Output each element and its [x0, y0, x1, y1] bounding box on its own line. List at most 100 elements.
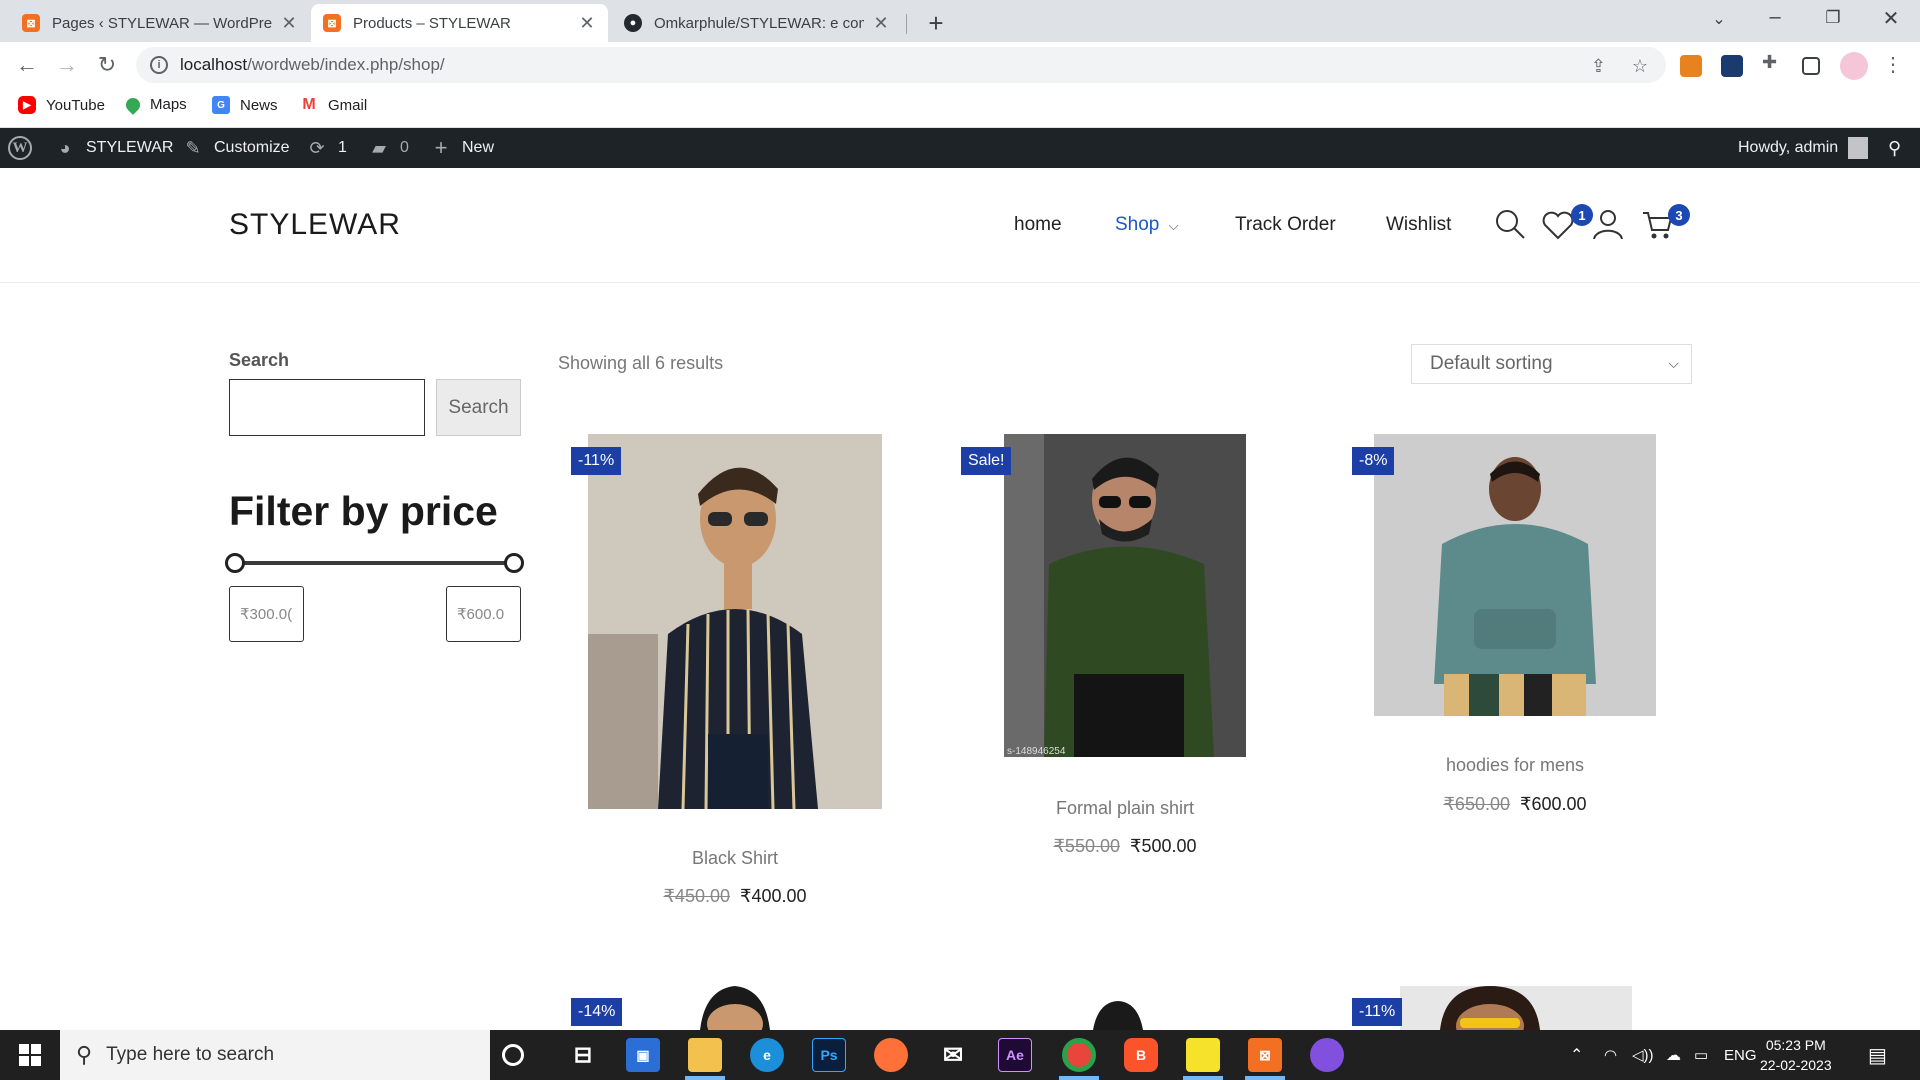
reload-button[interactable]: ↻ — [94, 52, 120, 78]
product-name-formal-plain-shirt[interactable]: Formal plain shirt — [945, 798, 1305, 819]
nav-shop[interactable]: Shop ⌵ — [1115, 214, 1179, 236]
price-slider-min-handle[interactable] — [225, 553, 245, 573]
profile-avatar[interactable] — [1840, 52, 1868, 80]
product-image-black-shirt[interactable] — [588, 434, 882, 809]
onedrive-icon[interactable]: ☁ — [1666, 1030, 1681, 1080]
github-desktop-icon[interactable] — [1310, 1038, 1344, 1072]
max-price-input[interactable]: ₹600.0 — [446, 586, 521, 642]
chrome-icon[interactable] — [1062, 1038, 1096, 1072]
firefox-icon[interactable] — [874, 1038, 908, 1072]
after-effects-icon[interactable]: Ae — [998, 1038, 1032, 1072]
back-button[interactable]: ← — [14, 52, 40, 78]
comments-link[interactable]: ▰ 0 — [368, 128, 409, 168]
share-icon[interactable]: ⇪ — [1591, 56, 1606, 77]
volume-icon[interactable]: ◁)) — [1632, 1030, 1654, 1080]
product-image-row2-1[interactable] — [690, 984, 780, 1030]
avatar — [1848, 137, 1869, 159]
extensions-puzzle-icon[interactable]: ✚ — [1762, 52, 1784, 74]
close-icon[interactable]: ✕ — [280, 13, 298, 34]
bookmark-gmail[interactable]: M Gmail — [300, 96, 367, 114]
updates-link[interactable]: ⟳ 1 — [306, 128, 346, 168]
nav-wishlist[interactable]: Wishlist — [1386, 214, 1451, 236]
wifi-icon[interactable]: ◠ — [1604, 1030, 1617, 1080]
bookmark-label: Maps — [150, 96, 187, 113]
tab-products[interactable]: ⊠ Products – STYLEWAR ✕ — [311, 4, 608, 42]
notification-center-icon[interactable]: ▤ — [1868, 1030, 1887, 1080]
man-portrait-image — [700, 986, 770, 1030]
my-account-menu[interactable]: Howdy, admin — [1738, 128, 1869, 168]
close-icon[interactable]: ✕ — [872, 13, 890, 34]
input-language[interactable]: ENG — [1724, 1030, 1757, 1080]
price-slider-track — [236, 561, 514, 565]
man-green-shirt-image — [1004, 434, 1246, 757]
howdy-label: Howdy, admin — [1738, 139, 1839, 156]
task-view-icon[interactable]: ⊟ — [566, 1038, 600, 1072]
window-close-button[interactable]: ✕ — [1879, 6, 1903, 31]
new-tab-button[interactable]: + — [922, 8, 950, 39]
site-title[interactable]: STYLEWAR — [229, 208, 401, 242]
nav-home[interactable]: home — [1014, 214, 1062, 236]
product-name-black-shirt[interactable]: Black Shirt — [555, 848, 915, 869]
microsoft-store-icon[interactable]: ▣ — [626, 1038, 660, 1072]
product-name-hoodies-for-mens[interactable]: hoodies for mens — [1335, 755, 1695, 776]
url-path: /wordweb/index.php/shop/ — [247, 55, 445, 74]
bookmark-news[interactable]: G News — [212, 96, 278, 114]
admin-search-icon[interactable]: ⚲ — [1888, 128, 1901, 168]
restore-button[interactable]: ❐ — [1821, 8, 1845, 28]
tab-search-chevron-icon[interactable]: ⌄ — [1707, 9, 1731, 29]
minimize-button[interactable]: – — [1763, 6, 1787, 29]
browser-tab-strip: ⊠ Pages ‹ STYLEWAR — WordPress ✕ ⊠ Produ… — [0, 0, 1920, 42]
react-devtools-extension-icon[interactable] — [1721, 55, 1743, 77]
side-panel-icon[interactable] — [1802, 57, 1820, 75]
product-image-row2-2[interactable] — [1088, 1000, 1148, 1030]
tray-overflow-chevron-icon[interactable]: ⌃ — [1570, 1030, 1583, 1080]
active-indicator — [1245, 1076, 1285, 1080]
bookmark-youtube[interactable]: ▶ YouTube — [18, 96, 105, 114]
nav-track-order[interactable]: Track Order — [1235, 214, 1336, 236]
mail-icon[interactable]: ✉ — [936, 1038, 970, 1072]
comment-icon: ▰ — [372, 137, 386, 158]
metamask-extension-icon[interactable] — [1680, 55, 1702, 77]
customize-link[interactable]: ✎ Customize — [182, 128, 289, 168]
new-content-menu[interactable]: + New — [430, 128, 494, 168]
xampp-icon[interactable]: ⊠ — [1248, 1038, 1282, 1072]
site-info-icon[interactable]: i — [150, 56, 168, 74]
search-icon[interactable] — [1494, 208, 1526, 240]
forward-button[interactable]: → — [54, 52, 80, 78]
battery-icon[interactable]: ▭ — [1694, 1030, 1708, 1080]
man-striped-shirt-image — [588, 434, 882, 809]
close-icon[interactable]: ✕ — [578, 13, 596, 34]
sorting-select[interactable]: Default sorting ⌵ — [1411, 344, 1692, 384]
brave-icon[interactable]: B — [1124, 1038, 1158, 1072]
cortana-icon[interactable] — [502, 1044, 524, 1066]
youtube-icon: ▶ — [18, 96, 36, 114]
tab-github[interactable]: ● Omkarphule/STYLEWAR: e comm ✕ — [612, 4, 902, 42]
product-search-input[interactable] — [229, 379, 425, 436]
photoshop-icon[interactable]: Ps — [812, 1038, 846, 1072]
site-name-menu[interactable]: ◕ STYLEWAR — [54, 128, 174, 168]
address-bar[interactable]: i localhost/wordweb/index.php/shop/ ⇪ ☆ — [136, 47, 1666, 83]
product-image-formal-plain-shirt[interactable]: s-148946254 — [1004, 434, 1246, 757]
wp-admin-bar: W ◕ STYLEWAR ✎ Customize ⟳ 1 ▰ 0 + New H… — [0, 128, 1920, 168]
product-search-button[interactable]: Search — [436, 379, 521, 436]
bookmark-maps[interactable]: Maps — [123, 94, 187, 115]
tab-wordpress-pages[interactable]: ⊠ Pages ‹ STYLEWAR — WordPress ✕ — [10, 4, 310, 42]
min-price-input[interactable]: ₹300.0( — [229, 586, 304, 642]
product-image-hoodies-for-mens[interactable] — [1374, 434, 1656, 716]
heart-icon[interactable] — [1542, 210, 1574, 240]
sticky-notes-icon[interactable] — [1186, 1038, 1220, 1072]
wp-logo-menu[interactable]: W — [8, 128, 32, 168]
bookmark-star-icon[interactable]: ☆ — [1632, 56, 1648, 77]
search-widget-label: Search — [229, 350, 290, 370]
product-image-row2-3[interactable] — [1400, 986, 1632, 1030]
system-clock[interactable]: 05:23 PM 22-02-2023 — [1760, 1035, 1832, 1075]
brush-icon: ✎ — [185, 137, 201, 158]
start-button[interactable] — [0, 1030, 60, 1080]
file-explorer-icon[interactable] — [688, 1038, 722, 1072]
taskbar-search-box[interactable]: ⚲ Type here to search — [60, 1030, 490, 1080]
edge-icon[interactable]: e — [750, 1038, 784, 1072]
chrome-menu-icon[interactable]: ⋮ — [1880, 52, 1906, 77]
user-icon[interactable] — [1592, 208, 1624, 240]
price-slider-max-handle[interactable] — [504, 553, 524, 573]
comments-count: 0 — [400, 139, 409, 156]
